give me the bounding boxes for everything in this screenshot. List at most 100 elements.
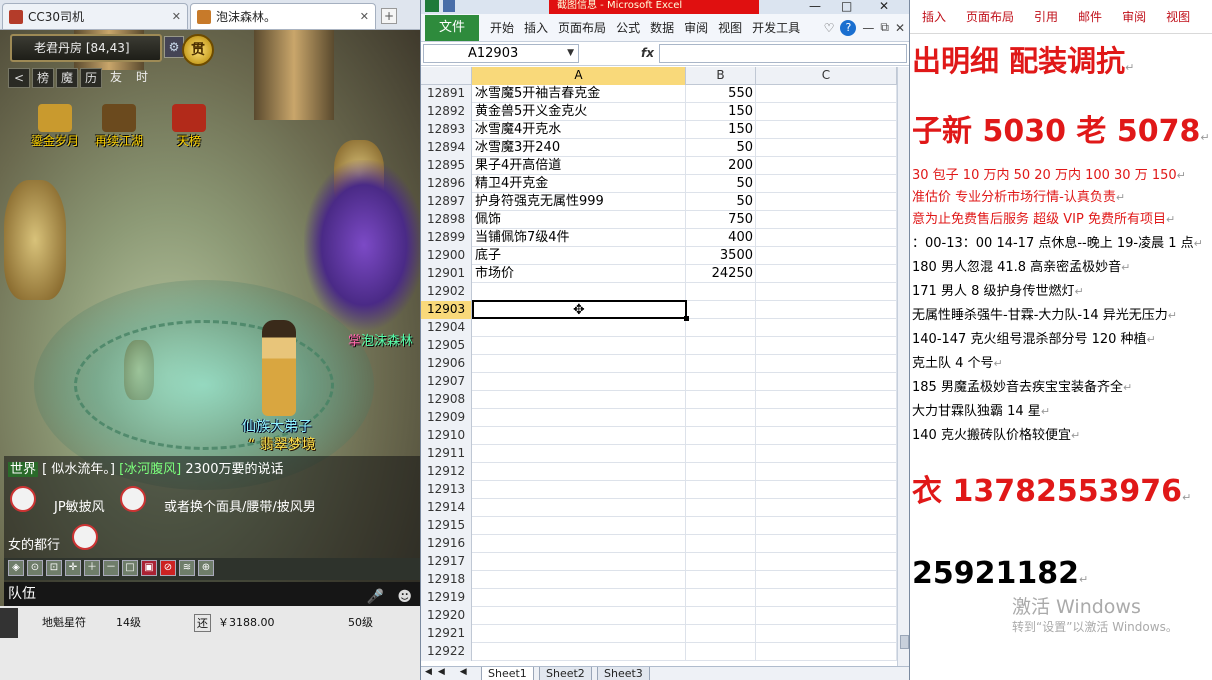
table-row[interactable]: 12896 精卫4开克金 50 xyxy=(421,175,901,193)
cell-b[interactable] xyxy=(686,607,756,625)
table-row[interactable]: 12909 xyxy=(421,409,901,427)
cell-a[interactable]: 佩饰 xyxy=(472,211,686,229)
help-icon[interactable]: ? xyxy=(840,19,857,36)
doc-close-icon[interactable]: ✕ xyxy=(895,21,905,35)
cell-b[interactable] xyxy=(686,463,756,481)
cell-a[interactable] xyxy=(472,337,686,355)
row-number[interactable]: 12910 xyxy=(421,427,472,445)
cell-b[interactable]: 200 xyxy=(686,157,756,175)
name-box[interactable]: A12903 ▼ xyxy=(423,44,579,63)
cell-c[interactable] xyxy=(756,499,897,517)
cell-a[interactable] xyxy=(472,319,686,337)
cell-b[interactable]: 50 xyxy=(686,193,756,211)
cell-a[interactable]: 精卫4开克金 xyxy=(472,175,686,193)
table-row[interactable]: 12898 佩饰 750 xyxy=(421,211,901,229)
chevron-down-icon[interactable]: ▼ xyxy=(567,45,574,62)
table-row[interactable]: 12905 xyxy=(421,337,901,355)
table-row[interactable]: 12910 xyxy=(421,427,901,445)
cell-b[interactable] xyxy=(686,481,756,499)
cell-a[interactable] xyxy=(472,643,686,661)
cell-b[interactable] xyxy=(686,517,756,535)
tab-data[interactable]: 数据 xyxy=(645,19,679,36)
table-row[interactable]: 12914 xyxy=(421,499,901,517)
tab-home[interactable]: 开始 xyxy=(485,19,519,36)
heart-icon[interactable]: ♡ xyxy=(824,21,835,35)
cell-a[interactable] xyxy=(472,373,686,391)
cell-b[interactable] xyxy=(686,553,756,571)
table-row[interactable]: 12902 xyxy=(421,283,901,301)
select-all-corner[interactable] xyxy=(421,67,472,85)
chat-sender[interactable]: [ 似水流年。] xyxy=(42,462,115,477)
row-number[interactable]: 12898 xyxy=(421,211,472,229)
cell-c[interactable] xyxy=(756,337,897,355)
row-number[interactable]: 12902 xyxy=(421,283,472,301)
row-number[interactable]: 12916 xyxy=(421,535,472,553)
word-document[interactable]: 出明细 配装调抗↵ 子新 5030 老 5078↵ 30 包子 10 万内 50… xyxy=(910,34,1212,680)
cell-c[interactable] xyxy=(756,175,897,193)
table-row[interactable]: 12901 市场价 24250 xyxy=(421,265,901,283)
cell-b[interactable] xyxy=(686,301,756,319)
row-number[interactable]: 12906 xyxy=(421,355,472,373)
table-row[interactable]: 12895 果子4开高倍道 200 xyxy=(421,157,901,175)
cell-b[interactable] xyxy=(686,355,756,373)
cell-a[interactable] xyxy=(472,481,686,499)
toolbar-icon[interactable]: ⊘ xyxy=(160,560,176,576)
cell-b[interactable] xyxy=(686,391,756,409)
cell-b[interactable]: 24250 xyxy=(686,265,756,283)
toolbar-icon[interactable]: ⊙ xyxy=(27,560,43,576)
row-number[interactable]: 12905 xyxy=(421,337,472,355)
npc-label[interactable]: 掌泡沫森林 xyxy=(348,330,413,349)
cell-c[interactable] xyxy=(756,535,897,553)
row-number[interactable]: 12895 xyxy=(421,157,472,175)
row-number[interactable]: 12897 xyxy=(421,193,472,211)
tab-developer[interactable]: 开发工具 xyxy=(747,19,805,36)
toolbar-icon[interactable]: ▣ xyxy=(141,560,157,576)
cell-c[interactable] xyxy=(756,121,897,139)
table-row[interactable]: 12915 xyxy=(421,517,901,535)
cell-a[interactable] xyxy=(472,499,686,517)
cell-a[interactable] xyxy=(472,517,686,535)
tab-page-layout[interactable]: 页面布局 xyxy=(553,19,611,36)
tab-view[interactable]: 视图 xyxy=(713,19,747,36)
tab-close-icon[interactable]: ✕ xyxy=(360,10,369,23)
sheet-tab-1[interactable]: Sheet1 xyxy=(481,667,534,680)
minimize-button[interactable]: — xyxy=(809,0,821,13)
word-tab-mail[interactable]: 邮件 xyxy=(1068,8,1112,25)
excel-window[interactable]: 截图信息 - Microsoft Excel — □ ✕ 文件 开始 插入 页面… xyxy=(420,0,910,680)
table-row[interactable]: 12906 xyxy=(421,355,901,373)
cell-c[interactable] xyxy=(756,481,897,499)
cell-a[interactable] xyxy=(472,553,686,571)
cell-b[interactable] xyxy=(686,643,756,661)
cell-c[interactable] xyxy=(756,139,897,157)
cell-a[interactable] xyxy=(472,409,686,427)
tab-formulas[interactable]: 公式 xyxy=(611,19,645,36)
column-header-b[interactable]: B xyxy=(686,67,756,85)
word-window[interactable]: 插入 页面布局 引用 邮件 审阅 视图 出明细 配装调抗↵ 子新 5030 老 … xyxy=(910,0,1212,680)
sheet-tab-3[interactable]: Sheet3 xyxy=(597,667,650,680)
event-icon-golden-years[interactable]: 鎏金岁月 xyxy=(26,104,84,149)
cell-a[interactable] xyxy=(472,355,686,373)
table-row[interactable]: 12912 xyxy=(421,463,901,481)
table-row[interactable]: 12900 底子 3500 xyxy=(421,247,901,265)
share-icon[interactable]: < xyxy=(8,68,30,88)
cell-b[interactable] xyxy=(686,373,756,391)
restore-icon[interactable]: ⧉ xyxy=(880,20,889,35)
row-number[interactable]: 12900 xyxy=(421,247,472,265)
tab-file[interactable]: 文件 xyxy=(425,14,480,41)
table-row[interactable]: 12897 护身符强克无属性999 50 xyxy=(421,193,901,211)
cell-c[interactable] xyxy=(756,409,897,427)
table-row[interactable]: 12899 当铺佩饰7级4件 400 xyxy=(421,229,901,247)
cell-b[interactable] xyxy=(686,409,756,427)
toolbar-icon[interactable]: ≋ xyxy=(179,560,195,576)
table-row[interactable]: 12922 xyxy=(421,643,901,661)
row-number[interactable]: 12896 xyxy=(421,175,472,193)
cell-a[interactable]: 当铺佩饰7级4件 xyxy=(472,229,686,247)
return-button[interactable]: 还 xyxy=(194,614,211,632)
cell-b[interactable]: 50 xyxy=(686,139,756,157)
cell-b[interactable]: 550 xyxy=(686,85,756,103)
tab-demon[interactable]: 魔 xyxy=(56,68,78,88)
row-number[interactable]: 12920 xyxy=(421,607,472,625)
tab-close-icon[interactable]: ✕ xyxy=(172,10,181,23)
row-number[interactable]: 12911 xyxy=(421,445,472,463)
cell-a[interactable]: 护身符强克无属性999 xyxy=(472,193,686,211)
